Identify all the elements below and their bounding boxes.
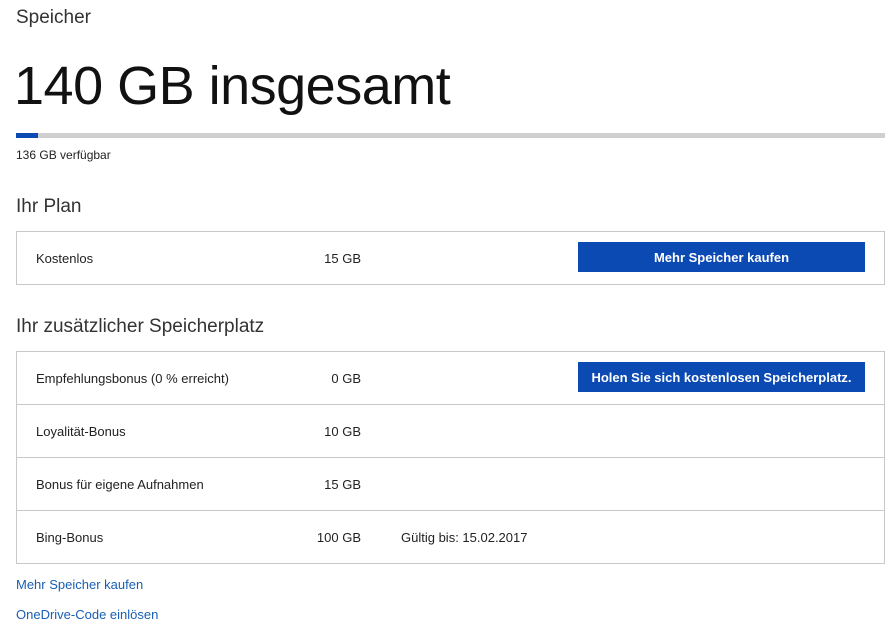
buy-more-storage-link[interactable]: Mehr Speicher kaufen xyxy=(16,577,143,592)
row-size: 100 GB xyxy=(316,530,361,545)
row-size: 0 GB xyxy=(331,371,361,386)
extra-storage-heading: Ihr zusätzlicher Speicherplatz xyxy=(16,316,265,337)
total-storage-title: 140 GB insgesamt xyxy=(14,56,451,116)
row-valid-until-note: Gültig bis: 15.02.2017 xyxy=(401,530,528,545)
plan-panel: Kostenlos 15 GB Mehr Speicher kaufen xyxy=(16,231,885,285)
section-label: Speicher xyxy=(16,7,91,28)
row-label: Bing-Bonus xyxy=(36,530,104,545)
storage-usage-fill xyxy=(16,133,38,138)
extra-storage-panel: Empfehlungsbonus (0 % erreicht) 0 GB Hol… xyxy=(16,351,885,564)
storage-usage-bar xyxy=(16,133,885,138)
row-label: Empfehlungsbonus (0 % erreicht) xyxy=(36,371,229,386)
extra-row-bing: Bing-Bonus 100 GB Gültig bis: 15.02.2017 xyxy=(17,511,884,563)
get-free-storage-button[interactable]: Holen Sie sich kostenlosen Speicherplatz… xyxy=(578,362,865,392)
row-size: 15 GB xyxy=(324,251,361,266)
row-label: Kostenlos xyxy=(36,251,94,266)
redeem-onedrive-code-link[interactable]: OneDrive-Code einlösen xyxy=(16,607,158,622)
row-size: 10 GB xyxy=(324,424,361,439)
extra-row-loyalty: Loyalität-Bonus 10 GB xyxy=(17,405,884,458)
plan-row-free: Kostenlos 15 GB Mehr Speicher kaufen xyxy=(17,232,884,284)
buy-more-storage-button[interactable]: Mehr Speicher kaufen xyxy=(578,242,865,272)
extra-row-referral: Empfehlungsbonus (0 % erreicht) 0 GB Hol… xyxy=(17,352,884,405)
row-label: Bonus für eigene Aufnahmen xyxy=(36,477,204,492)
extra-row-camera-roll: Bonus für eigene Aufnahmen 15 GB xyxy=(17,458,884,511)
plan-heading: Ihr Plan xyxy=(16,196,82,217)
row-label: Loyalität-Bonus xyxy=(36,424,126,439)
row-size: 15 GB xyxy=(324,477,361,492)
available-storage-text: 136 GB verfügbar xyxy=(16,148,111,162)
